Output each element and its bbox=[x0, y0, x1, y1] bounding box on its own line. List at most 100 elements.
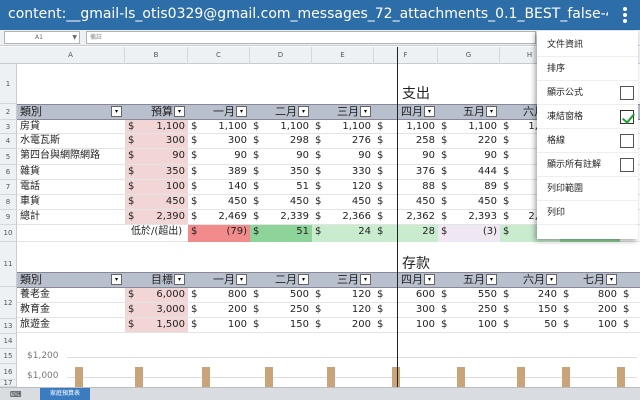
value-cell[interactable]: $200 bbox=[312, 318, 374, 332]
value-cell[interactable]: $600 bbox=[374, 288, 438, 302]
value-cell[interactable]: $90 bbox=[125, 149, 188, 164]
column-header[interactable]: E bbox=[312, 47, 374, 64]
value-cell[interactable]: $350 bbox=[125, 165, 188, 179]
value-cell[interactable]: $2,390 bbox=[125, 210, 188, 224]
row-header[interactable]: 2 bbox=[0, 104, 17, 120]
filter-dropdown-icon[interactable]: ▾ bbox=[236, 274, 247, 285]
value-cell[interactable]: $90 bbox=[188, 149, 250, 164]
value-cell[interactable]: $300 bbox=[125, 134, 188, 148]
filter-dropdown-icon[interactable]: ▾ bbox=[298, 106, 309, 117]
column-header[interactable]: C bbox=[188, 47, 250, 64]
value-cell[interactable]: $200 bbox=[560, 303, 620, 317]
value-cell[interactable]: $800 bbox=[188, 288, 250, 302]
embedded-chart[interactable]: $1,200 $1,000 bbox=[17, 347, 640, 387]
row-header[interactable]: 3 bbox=[0, 120, 17, 134]
value-cell[interactable]: $330 bbox=[312, 165, 374, 179]
filter-dropdown-icon[interactable]: ▾ bbox=[606, 274, 617, 285]
column-header[interactable]: D bbox=[250, 47, 312, 64]
column-header[interactable]: F bbox=[374, 47, 438, 64]
row-header[interactable]: 6 bbox=[0, 165, 17, 180]
checkbox-icon[interactable] bbox=[620, 158, 634, 172]
sheet-tab[interactable]: 家庭預算表 bbox=[40, 388, 90, 400]
filter-dropdown-icon[interactable]: ▾ bbox=[360, 274, 371, 285]
row-header[interactable]: 11 bbox=[0, 242, 17, 287]
value-cell[interactable]: $376 bbox=[374, 165, 438, 179]
value-cell[interactable]: $1,100 bbox=[374, 120, 438, 133]
row-header[interactable]: 9 bbox=[0, 210, 17, 225]
filter-dropdown-icon[interactable]: ▾ bbox=[236, 106, 247, 117]
value-cell[interactable]: $100 bbox=[560, 318, 620, 332]
value-cell[interactable]: $88 bbox=[374, 180, 438, 194]
difference-cell[interactable]: $24 bbox=[312, 225, 374, 242]
value-cell[interactable]: $250 bbox=[620, 303, 640, 317]
value-cell[interactable]: $298 bbox=[250, 134, 312, 148]
menu-item[interactable]: 格線 bbox=[537, 129, 638, 153]
checkbox-icon[interactable] bbox=[620, 134, 634, 148]
value-cell[interactable]: $6,000 bbox=[125, 288, 188, 302]
row-header[interactable]: 15 bbox=[0, 349, 17, 364]
menu-item[interactable]: 列印 bbox=[537, 201, 638, 225]
row-header[interactable]: 17 bbox=[0, 380, 17, 387]
value-cell[interactable]: $450 bbox=[374, 195, 438, 209]
value-cell[interactable]: $550 bbox=[438, 288, 500, 302]
menu-item[interactable]: 列印範圍 bbox=[537, 177, 638, 201]
difference-cell[interactable]: $ (3) bbox=[438, 225, 500, 242]
row-header[interactable]: 5 bbox=[0, 149, 17, 165]
value-cell[interactable]: $300 bbox=[188, 134, 250, 148]
row-header[interactable]: 12 bbox=[0, 287, 17, 319]
menu-item[interactable]: 顯示所有註解 bbox=[537, 153, 638, 177]
value-cell[interactable]: $444 bbox=[438, 165, 500, 179]
row-header[interactable]: 8 bbox=[0, 195, 17, 210]
value-cell[interactable]: $1,100 bbox=[438, 120, 500, 133]
value-cell[interactable]: $389 bbox=[188, 165, 250, 179]
value-cell[interactable]: $500 bbox=[620, 288, 640, 302]
difference-cell[interactable]: $28 bbox=[374, 225, 438, 242]
value-cell[interactable]: $100 bbox=[438, 318, 500, 332]
value-cell[interactable]: $3,000 bbox=[125, 303, 188, 317]
row-header[interactable]: 10 bbox=[0, 225, 17, 242]
value-cell[interactable]: $450 bbox=[125, 195, 188, 209]
filter-dropdown-icon[interactable]: ▾ bbox=[486, 274, 497, 285]
value-cell[interactable]: $50 bbox=[500, 318, 560, 332]
value-cell[interactable]: $150 bbox=[500, 303, 560, 317]
value-cell[interactable]: $276 bbox=[312, 134, 374, 148]
cell-reference-box[interactable]: A1 ▼ bbox=[4, 31, 80, 44]
filter-dropdown-icon[interactable]: ▾ bbox=[486, 106, 497, 117]
value-cell[interactable]: $1,100 bbox=[125, 120, 188, 133]
keyboard-icon[interactable]: ⌨ bbox=[10, 390, 22, 399]
value-cell[interactable]: $450 bbox=[188, 195, 250, 209]
column-header[interactable]: B bbox=[125, 47, 188, 64]
filter-dropdown-icon[interactable]: ▾ bbox=[111, 274, 122, 285]
filter-dropdown-icon[interactable]: ▾ bbox=[111, 106, 122, 117]
filter-dropdown-icon[interactable]: ▾ bbox=[546, 274, 557, 285]
value-cell[interactable]: $2,469 bbox=[188, 210, 250, 224]
value-cell[interactable]: $90 bbox=[374, 149, 438, 164]
value-cell[interactable]: $450 bbox=[250, 195, 312, 209]
value-cell[interactable]: $89 bbox=[438, 180, 500, 194]
menu-item[interactable]: 凍結窗格 bbox=[537, 105, 638, 129]
value-cell[interactable]: $240 bbox=[500, 288, 560, 302]
value-cell[interactable]: $150 bbox=[620, 318, 640, 332]
value-cell[interactable]: $120 bbox=[312, 180, 374, 194]
value-cell[interactable]: $300 bbox=[374, 303, 438, 317]
column-header[interactable]: G bbox=[438, 47, 500, 64]
more-options-icon[interactable] bbox=[616, 5, 634, 25]
value-cell[interactable]: $120 bbox=[312, 303, 374, 317]
value-cell[interactable]: $1,500 bbox=[125, 318, 188, 332]
filter-dropdown-icon[interactable]: ▾ bbox=[424, 106, 435, 117]
value-cell[interactable]: $250 bbox=[250, 303, 312, 317]
checkbox-checked-icon[interactable] bbox=[620, 110, 634, 124]
value-cell[interactable]: $120 bbox=[312, 288, 374, 302]
value-cell[interactable]: $51 bbox=[250, 180, 312, 194]
value-cell[interactable]: $220 bbox=[438, 134, 500, 148]
value-cell[interactable]: $1,100 bbox=[250, 120, 312, 133]
row-header[interactable]: 16 bbox=[0, 364, 17, 380]
value-cell[interactable]: $90 bbox=[438, 149, 500, 164]
filter-dropdown-icon[interactable]: ▾ bbox=[298, 274, 309, 285]
row-header[interactable]: 7 bbox=[0, 180, 17, 195]
value-cell[interactable]: $500 bbox=[250, 288, 312, 302]
value-cell[interactable]: $350 bbox=[250, 165, 312, 179]
value-cell[interactable]: $258 bbox=[374, 134, 438, 148]
value-cell[interactable]: $200 bbox=[188, 303, 250, 317]
value-cell[interactable]: $100 bbox=[188, 318, 250, 332]
